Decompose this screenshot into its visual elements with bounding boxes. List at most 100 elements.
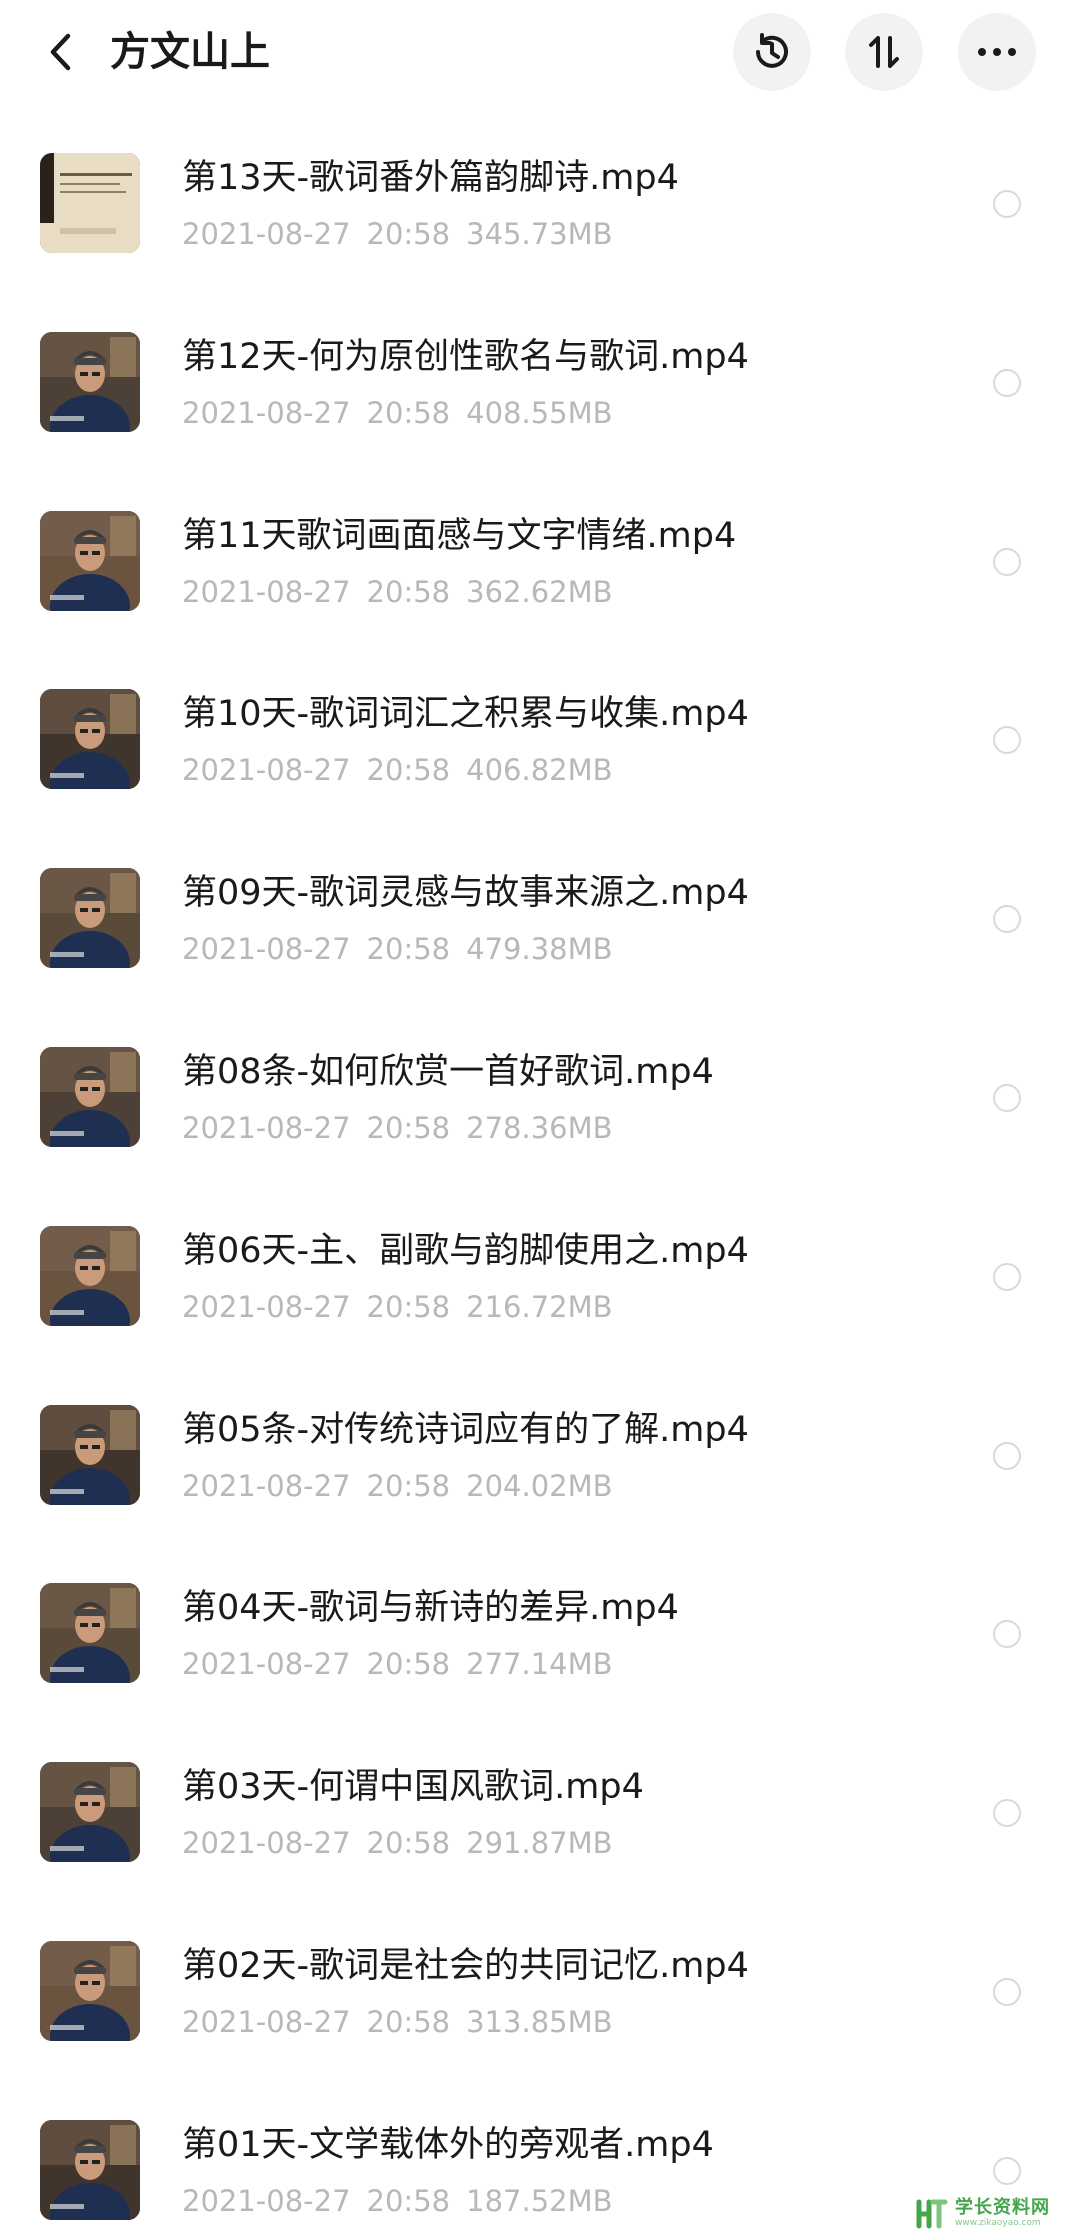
- file-date: 2021-08-27: [182, 1289, 351, 1324]
- select-radio[interactable]: [993, 1977, 1021, 2006]
- file-size: 277.14MB: [466, 1647, 613, 1682]
- file-size: 345.73MB: [466, 217, 613, 251]
- video-thumbnail: [40, 2119, 140, 2220]
- chevron-left-icon: [50, 33, 71, 71]
- file-date: 2021-08-27: [182, 574, 351, 609]
- history-clock-icon: [756, 33, 788, 68]
- file-row[interactable]: 第03天-何谓中国风歌词.mp4 2021-08-27 20:58 291.87MB: [0, 1727, 1075, 1906]
- file-date: 2021-08-27: [182, 1110, 351, 1145]
- watermark-url: www.zikaoyao.com: [955, 2217, 1041, 2228]
- file-name: 第11天歌词画面感与文字情绪.mp4: [182, 515, 737, 556]
- video-thumbnail: [40, 868, 140, 969]
- file-size: 187.52MB: [466, 2183, 613, 2218]
- file-time: 20:58: [366, 932, 451, 967]
- file-name: 第12天-何为原创性歌名与歌词.mp4: [182, 336, 749, 377]
- file-meta: 2021-08-27 20:58 362.62MB: [182, 572, 629, 612]
- file-meta: 2021-08-27 20:58 216.72MB: [182, 1287, 629, 1327]
- file-meta: 2021-08-27 20:58 406.82MB: [182, 750, 629, 790]
- select-radio[interactable]: [993, 1441, 1021, 1470]
- file-name: 第10天-歌词词汇之积累与收集.mp4: [182, 694, 749, 735]
- sort-button[interactable]: [845, 13, 923, 91]
- select-radio[interactable]: [993, 1799, 1021, 1828]
- file-meta: 2021-08-27 20:58 479.38MB: [182, 929, 629, 969]
- file-name: 第04天-歌词与新诗的差异.mp4: [182, 1588, 679, 1629]
- file-row[interactable]: 第02天-歌词是社会的共同记忆.mp4 2021-08-27 20:58 313.85…: [0, 1906, 1075, 2085]
- video-thumbnail: [40, 153, 140, 253]
- file-meta: 2021-08-27 20:58 204.02MB: [182, 1466, 629, 1506]
- file-date: 2021-08-27: [182, 1468, 351, 1503]
- history-button[interactable]: [733, 13, 811, 91]
- file-size: 408.55MB: [466, 395, 613, 430]
- file-size: 479.38MB: [466, 932, 613, 967]
- file-row[interactable]: 第09天-歌词灵感与故事来源之.mp4 2021-08-27 20:58 479.38…: [0, 833, 1075, 1012]
- back-button[interactable]: [38, 22, 82, 82]
- video-thumbnail: [40, 1583, 140, 1684]
- file-meta: 2021-08-27 20:58 187.52MB: [182, 2181, 629, 2221]
- file-meta: 2021-08-27 20:58 278.36MB: [182, 1108, 629, 1148]
- file-size: 204.02MB: [466, 1468, 613, 1503]
- video-thumbnail: [40, 1046, 140, 1147]
- file-row[interactable]: 第10天-歌词词汇之积累与收集.mp4 2021-08-27 20:58 406.82…: [0, 654, 1075, 833]
- select-radio[interactable]: [993, 905, 1021, 934]
- select-radio[interactable]: [993, 2156, 1021, 2185]
- file-date: 2021-08-27: [182, 2004, 351, 2039]
- select-radio[interactable]: [993, 190, 1021, 218]
- file-row[interactable]: 第05条-对传统诗词应有的了解.mp4 2021-08-27 20:58 204.02…: [0, 1370, 1075, 1549]
- file-date: 2021-08-27: [182, 753, 351, 788]
- video-thumbnail: [40, 510, 140, 611]
- watermark-logo-icon: [916, 2199, 948, 2229]
- file-row[interactable]: 第13天-歌词番外篇韵脚诗.mp4 2021-08-27 20:58 345.73MB: [0, 118, 1075, 297]
- file-meta: 2021-08-27 20:58 277.14MB: [182, 1644, 629, 1684]
- file-time: 20:58: [366, 1826, 451, 1861]
- file-row[interactable]: 第11天歌词画面感与文字情绪.mp4 2021-08-27 20:58 362.62M…: [0, 476, 1075, 655]
- select-radio[interactable]: [993, 1262, 1021, 1291]
- file-size: 216.72MB: [466, 1289, 613, 1324]
- file-name: 第03天-何谓中国风歌词.mp4: [182, 1767, 644, 1808]
- file-size: 406.82MB: [466, 753, 613, 788]
- file-row[interactable]: 第01天-文学载体外的旁观者.mp4 2021-08-27 20:58 187.52M…: [0, 2085, 1075, 2238]
- file-size: 278.36MB: [466, 1110, 613, 1145]
- file-time: 20:58: [366, 1110, 451, 1145]
- video-thumbnail: [40, 1225, 140, 1326]
- file-time: 20:58: [366, 395, 451, 430]
- more-options-button[interactable]: [958, 13, 1036, 91]
- page-title: 方文山上: [110, 29, 270, 75]
- file-meta: 2021-08-27 20:58 291.87MB: [182, 1823, 629, 1863]
- file-meta: 2021-08-27 20:58 345.73MB: [182, 214, 629, 254]
- file-name: 第06天-主、副歌与韵脚使用之.mp4: [182, 1230, 749, 1271]
- file-date: 2021-08-27: [182, 1647, 351, 1682]
- file-time: 20:58: [366, 1647, 451, 1682]
- file-name: 第09天-歌词灵感与故事来源之.mp4: [182, 873, 749, 914]
- file-time: 20:58: [366, 2183, 451, 2218]
- file-name: 第05条-对传统诗词应有的了解.mp4: [182, 1409, 749, 1450]
- file-row[interactable]: 第12天-何为原创性歌名与歌词.mp4 2021-08-27 20:58 408.55…: [0, 297, 1075, 476]
- select-radio[interactable]: [993, 547, 1021, 576]
- select-radio[interactable]: [993, 726, 1021, 755]
- select-radio[interactable]: [993, 1620, 1021, 1649]
- file-row[interactable]: 第08条-如何欣赏一首好歌词.mp4 2021-08-27 20:58 278.36M…: [0, 1012, 1075, 1191]
- file-row[interactable]: 第04天-歌词与新诗的差异.mp4 2021-08-27 20:58 277.14MB: [0, 1548, 1075, 1727]
- file-size: 313.85MB: [466, 2004, 613, 2039]
- video-thumbnail: [40, 331, 140, 432]
- video-thumbnail: [40, 1762, 140, 1863]
- file-time: 20:58: [366, 2004, 451, 2039]
- file-browser-screen: 方文山上 第13天-歌词番外篇韵脚诗.mp4 2021-08-27 20:58 345…: [0, 0, 1075, 2238]
- header-bar: 方文山上: [0, 0, 1075, 110]
- file-time: 20:58: [366, 1468, 451, 1503]
- file-list: 第13天-歌词番外篇韵脚诗.mp4 2021-08-27 20:58 345.73MB…: [0, 118, 1075, 2238]
- file-row[interactable]: 第06天-主、副歌与韵脚使用之.mp4 2021-08-27 20:58 216.72…: [0, 1191, 1075, 1370]
- sort-arrows-icon: [869, 36, 899, 68]
- video-thumbnail: [40, 1940, 140, 2041]
- file-name: 第02天-歌词是社会的共同记忆.mp4: [182, 1945, 749, 1986]
- file-name: 第08条-如何欣赏一首好歌词.mp4: [182, 1051, 714, 1092]
- file-size: 362.62MB: [466, 574, 613, 609]
- select-radio[interactable]: [993, 1083, 1021, 1112]
- more-dots-icon: [978, 48, 1016, 56]
- file-date: 2021-08-27: [182, 1826, 351, 1861]
- watermark: 学长资料网 www.zikaoyao.com: [915, 2193, 1065, 2233]
- video-thumbnail: [40, 689, 140, 790]
- file-meta: 2021-08-27 20:58 313.85MB: [182, 2002, 629, 2042]
- select-radio[interactable]: [993, 368, 1021, 397]
- file-size: 291.87MB: [466, 1826, 613, 1861]
- file-name: 第01天-文学载体外的旁观者.mp4: [182, 2124, 714, 2165]
